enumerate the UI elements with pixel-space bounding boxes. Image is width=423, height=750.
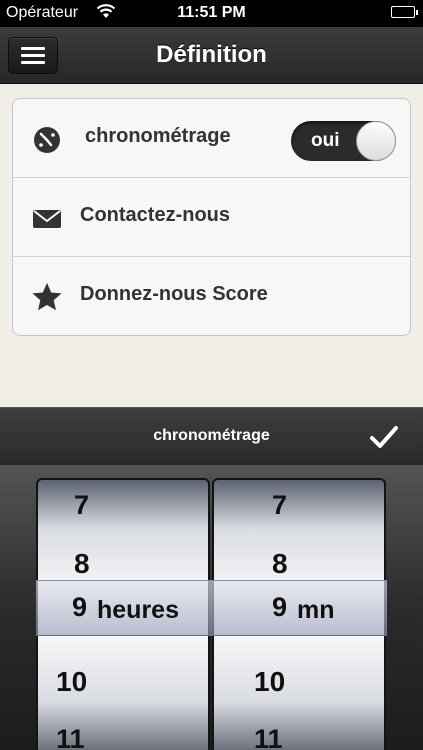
selected-hours: 9: [72, 592, 88, 622]
minutes-option[interactable]: 7: [214, 490, 384, 521]
settings-row-timing: chronométrage oui: [13, 99, 410, 178]
stopwatch-icon: [31, 123, 63, 155]
navigation-bar: Définition: [0, 27, 423, 84]
hours-unit: heures: [97, 596, 179, 624]
minutes-option[interactable]: 10: [214, 666, 384, 698]
rate-label: Donnez-nous Score: [80, 283, 268, 305]
picker-selection-bar: 9 heures 9 mn: [36, 580, 387, 636]
picker-toolbar: chronométrage: [0, 407, 423, 465]
selected-minutes: 9: [272, 592, 288, 622]
toggle-knob: [356, 121, 396, 161]
settings-row-contact[interactable]: Contactez-nous: [13, 178, 410, 257]
minutes-unit: mn: [297, 596, 335, 624]
hours-option[interactable]: 7: [38, 490, 208, 521]
timing-label: chronométrage: [85, 125, 231, 147]
settings-row-rate[interactable]: Donnez-nous Score: [13, 257, 410, 335]
contact-label: Contactez-nous: [80, 204, 230, 226]
hours-option[interactable]: 11: [38, 724, 208, 750]
hours-option[interactable]: 10: [38, 666, 208, 698]
checkmark-icon[interactable]: [369, 422, 399, 452]
minutes-option[interactable]: 8: [214, 548, 384, 580]
status-bar: Opérateur 11:51 PM: [0, 0, 423, 27]
battery-icon: [391, 6, 418, 18]
picker-title: chronométrage: [153, 427, 270, 444]
clock: 11:51 PM: [177, 4, 246, 21]
hours-option[interactable]: 8: [38, 548, 208, 580]
minutes-option[interactable]: 11: [214, 724, 384, 750]
timing-toggle[interactable]: oui: [291, 121, 396, 161]
envelope-icon: [31, 202, 63, 234]
star-icon: [31, 281, 63, 313]
toggle-label: oui: [311, 130, 340, 151]
page-title: Définition: [156, 41, 267, 68]
settings-list: chronométrage oui Contactez-nous Donnez-…: [12, 98, 411, 336]
